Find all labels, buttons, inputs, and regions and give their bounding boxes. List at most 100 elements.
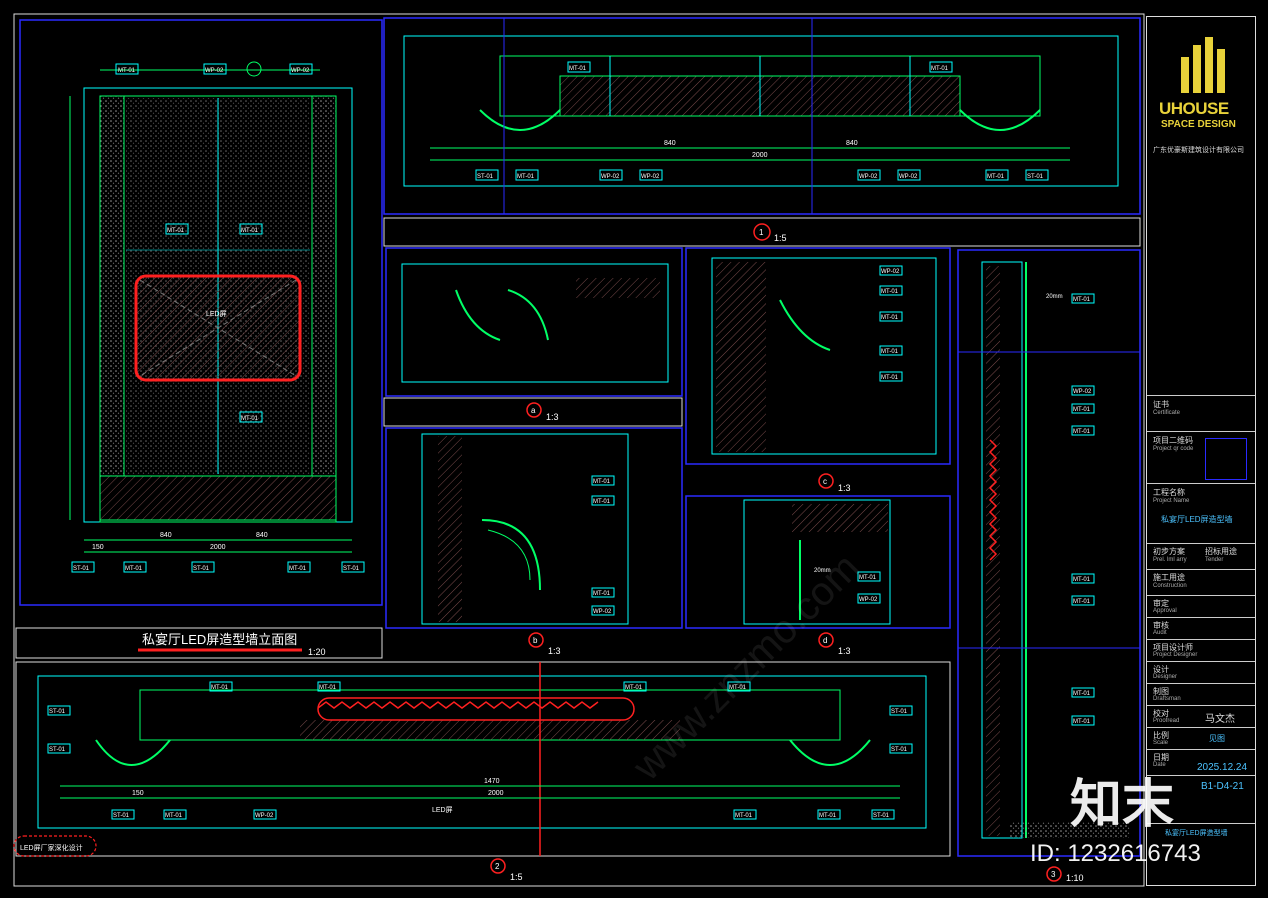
dim-840-main-right: 840: [256, 532, 268, 539]
scale-bottom: 1:5: [510, 872, 523, 882]
b2-tag-st01-b: ST-01: [49, 747, 66, 753]
stage-row-1: 初步方案 Prel. lml arry 招标用途 Tender: [1147, 543, 1255, 569]
v-tag-mt01-c: MT-01: [1073, 429, 1091, 435]
bubble-c: c: [823, 477, 827, 486]
top-tag-st01-b: ST-01: [1027, 174, 1044, 180]
qr-row: 项目二维码 Project qr code: [1147, 431, 1255, 483]
design-row: 设计 Designer: [1147, 661, 1255, 683]
v-tag-mt01-b: MT-01: [1073, 407, 1091, 413]
b2-tag-mt01-e: MT-01: [165, 813, 183, 819]
watermark-id: ID: 1232616743: [1030, 840, 1201, 867]
top-dim-2000: 2000: [752, 152, 768, 159]
bubble-b: b: [533, 636, 538, 645]
top-dim-840-left: 840: [664, 140, 676, 147]
detail-b: [385, 427, 683, 629]
c-tag-mt01-a: MT-01: [881, 289, 899, 295]
c-tag-wp02: WP-02: [881, 269, 900, 275]
bubble-bottom: 2: [495, 862, 500, 871]
c-tag-mt01-c: MT-01: [881, 349, 899, 355]
company-name: 广东优豪斯建筑设计有限公司: [1153, 147, 1244, 154]
top-dim-840-right: 840: [846, 140, 858, 147]
b2-dim-1470: 1470: [484, 778, 500, 785]
led-label: LED屏: [206, 310, 227, 318]
tag-wp02-a: WP-02: [205, 68, 224, 74]
scale-a: 1:3: [546, 412, 559, 422]
scale-d: 1:3: [838, 646, 851, 656]
v-tag-wp02: WP-02: [1073, 389, 1092, 395]
check-row: 校对 Proofread 马文杰: [1147, 705, 1255, 727]
scale-b: 1:3: [548, 646, 561, 656]
b2-led-label: LED屏: [432, 806, 453, 814]
scale-c: 1:3: [838, 483, 851, 493]
detail-c: [685, 247, 951, 465]
b2-tag-mt01-c: MT-01: [625, 685, 643, 691]
tag-mt01-b: MT-01: [167, 228, 185, 234]
watermark-brand: 知末: [1070, 776, 1175, 834]
b2-tag-st01-f: ST-01: [873, 813, 890, 819]
tag-wp02-b: WP-02: [291, 68, 310, 74]
top-plan-section: [383, 17, 1141, 215]
tag-st01-b: ST-01: [193, 566, 210, 572]
b-tag-mt01-b: MT-01: [593, 499, 611, 505]
bottom-plan-section: [15, 661, 951, 857]
top-tag-mt01-b: MT-01: [931, 66, 949, 72]
b2-tag-wp02-a: WP-02: [255, 813, 274, 819]
dim-150-main: 150: [92, 544, 104, 551]
c-tag-mt01-b: MT-01: [881, 315, 899, 321]
b-tag-wp02: WP-02: [593, 609, 612, 615]
main-scale: 1:20: [308, 647, 326, 657]
main-title: 私宴厅LED屏造型墙立面图: [142, 632, 297, 647]
stage-row-2: 施工用途 Construction: [1147, 569, 1255, 595]
bubble-top: 1: [759, 228, 764, 237]
main-elevation: [19, 19, 383, 606]
bubble-a: a: [531, 406, 536, 415]
uhouse-logo-icon: [1181, 37, 1225, 93]
brand-name: UHOUSE: [1159, 99, 1229, 118]
b2-tag-mt01-a: MT-01: [211, 685, 229, 691]
top-tag-mt01-c: MT-01: [517, 174, 535, 180]
d-tag-wp02: WP-02: [859, 597, 878, 603]
tag-mt01-c: MT-01: [241, 228, 259, 234]
b2-tag-st01-a: ST-01: [49, 709, 66, 715]
designer-row: 项目设计师 Project Designer: [1147, 639, 1255, 661]
b2-tag-st01-c: ST-01: [891, 709, 908, 715]
watermark-site: www.znzmo.com: [624, 545, 868, 789]
scale-top: 1:5: [774, 233, 787, 243]
b2-tag-mt01-g: MT-01: [819, 813, 837, 819]
audit-row: 审核 Audit: [1147, 617, 1255, 639]
qr-code-icon: [1205, 438, 1247, 480]
tag-mt01-e: MT-01: [125, 566, 143, 572]
title-block: UHOUSE SPACE DESIGN 广东优豪斯建筑设计有限公司 证书 Cer…: [1146, 16, 1256, 886]
brand-sub: SPACE DESIGN: [1161, 119, 1236, 130]
b-tag-mt01-a: MT-01: [593, 479, 611, 485]
v-tag-mt01-f: MT-01: [1073, 691, 1091, 697]
dim-840-main-left: 840: [160, 532, 172, 539]
top-tag-wp02-d: WP-02: [899, 174, 918, 180]
tag-st01-a: ST-01: [73, 566, 90, 572]
approval-row: 审定 Approval: [1147, 595, 1255, 617]
tag-mt01-d: MT-01: [241, 416, 259, 422]
top-tag-st01-a: ST-01: [477, 174, 494, 180]
v-tag-mt01-a: MT-01: [1073, 297, 1091, 303]
v-tag-mt01-d: MT-01: [1073, 577, 1091, 583]
v-dim-20mm: 20mm: [1046, 294, 1063, 300]
c-tag-mt01-d: MT-01: [881, 375, 899, 381]
led-vendor-note: LED屏厂家深化设计: [20, 843, 83, 852]
tag-st01-c: ST-01: [343, 566, 360, 572]
tag-mt01-a: MT-01: [118, 68, 136, 74]
b2-dim-2000: 2000: [488, 790, 504, 797]
bubble-d: d: [823, 636, 827, 645]
top-tag-mt01-d: MT-01: [987, 174, 1005, 180]
top-tag-mt01-a: MT-01: [569, 66, 587, 72]
top-tag-wp02-a: WP-02: [601, 174, 620, 180]
scale-row: 比例 Scale 见图: [1147, 727, 1255, 749]
b-tag-mt01-c: MT-01: [593, 591, 611, 597]
b2-tag-mt01-f: MT-01: [735, 813, 753, 819]
cert-row: 证书 Certificate: [1147, 395, 1255, 431]
top-tag-wp02-b: WP-02: [641, 174, 660, 180]
v-tag-mt01-e: MT-01: [1073, 599, 1091, 605]
b2-tag-mt01-b: MT-01: [319, 685, 337, 691]
top-tag-wp02-c: WP-02: [859, 174, 878, 180]
v-tag-mt01-g: MT-01: [1073, 719, 1091, 725]
tag-mt01-f: MT-01: [289, 566, 307, 572]
